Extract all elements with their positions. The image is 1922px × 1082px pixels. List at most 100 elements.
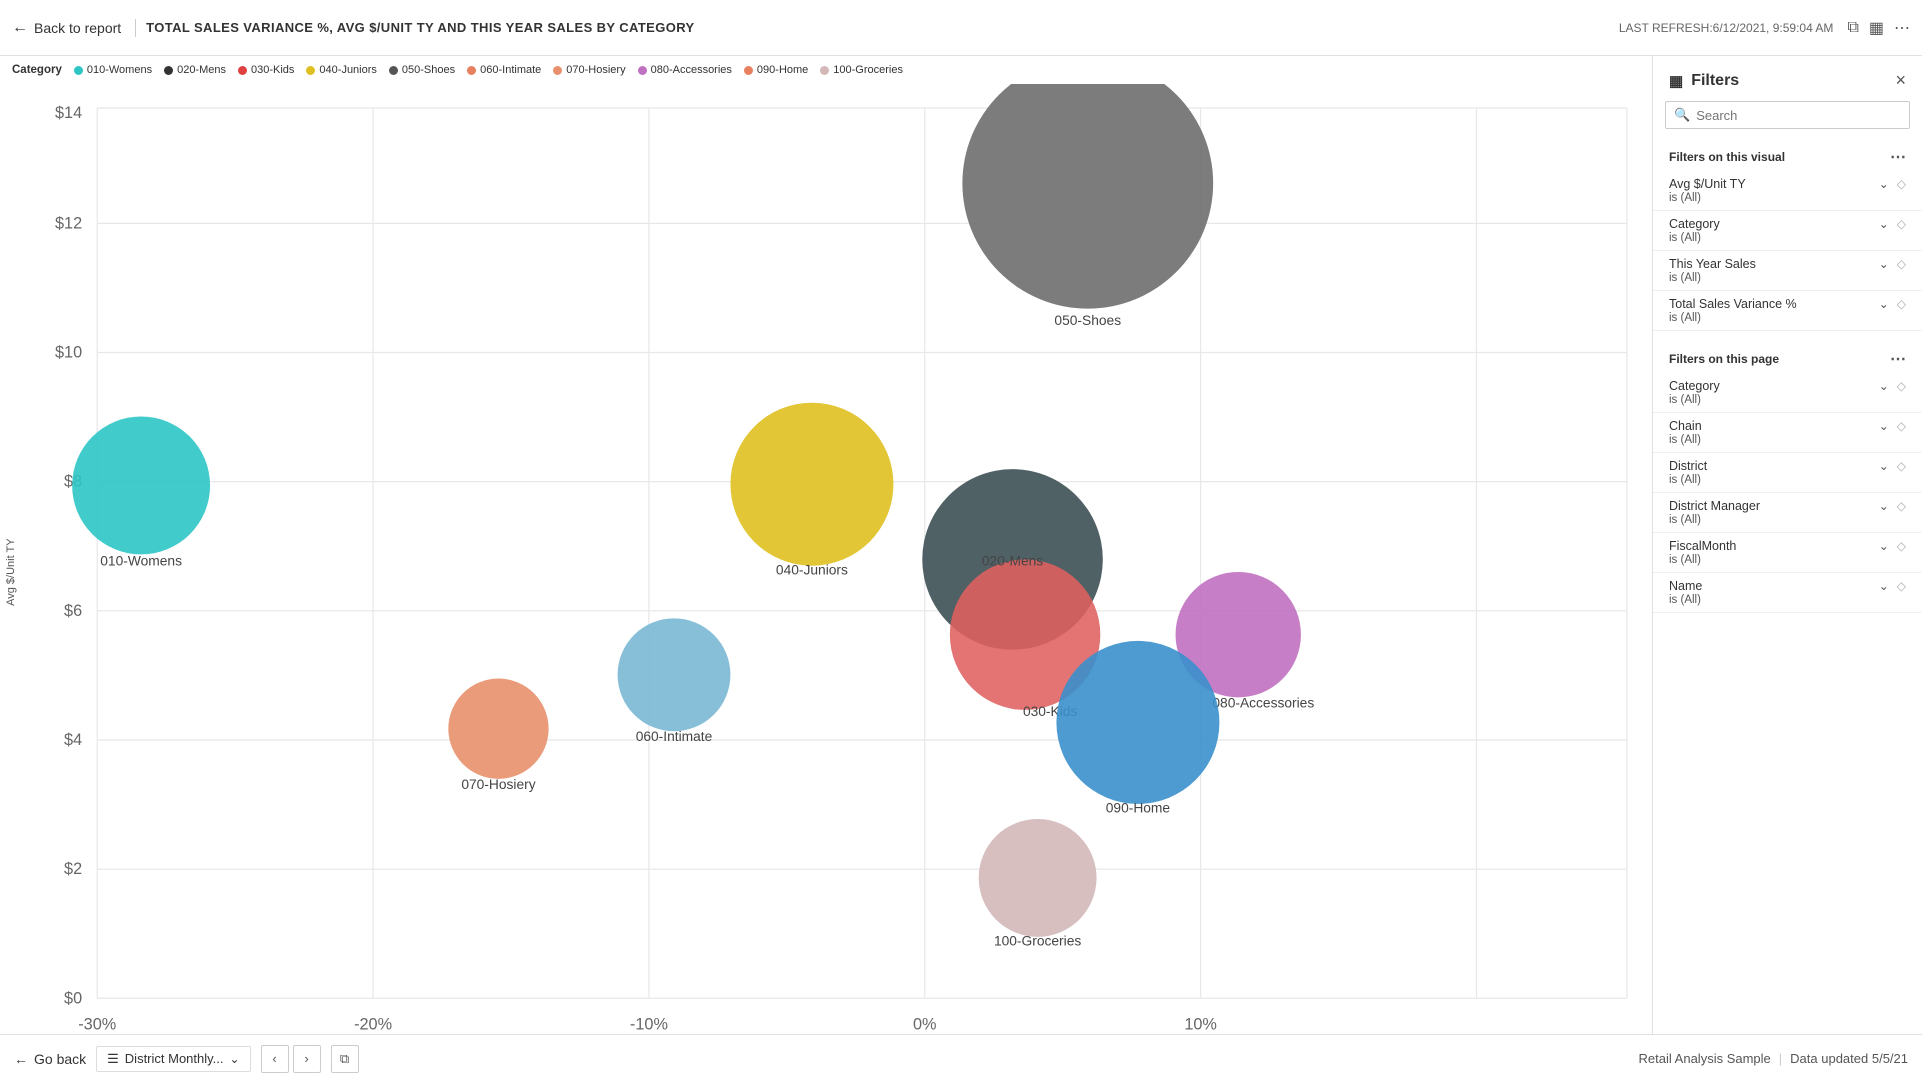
svg-text:$0: $0 <box>64 989 82 1007</box>
filters-close-icon[interactable]: × <box>1895 70 1906 91</box>
chart-svg-container[interactable]: .grid-line { stroke: #e8e8e8; stroke-wid… <box>22 84 1652 1034</box>
svg-text:070-Hosiery: 070-Hosiery <box>461 777 535 792</box>
more-icon[interactable]: ⋯ <box>1894 18 1910 38</box>
bubble-chart-svg: .grid-line { stroke: #e8e8e8; stroke-wid… <box>22 84 1652 1034</box>
filter-clear-icon[interactable]: ◇ <box>1897 579 1906 593</box>
y-axis-label: Avg $/Unit TY <box>0 84 22 1034</box>
go-back-button[interactable]: ← Go back <box>14 1051 86 1067</box>
svg-text:020-Mens: 020-Mens <box>982 554 1043 569</box>
svg-text:090-Home: 090-Home <box>1106 801 1171 816</box>
filter-clear-icon[interactable]: ◇ <box>1897 257 1906 271</box>
filter-chain[interactable]: Chain ⌄ ◇ is (All) <box>1653 413 1922 453</box>
filter-avg-unit-ty[interactable]: Avg $/Unit TY ⌄ ◇ is (All) <box>1653 171 1922 211</box>
filter-district[interactable]: District ⌄ ◇ is (All) <box>1653 453 1922 493</box>
filter-clear-icon[interactable]: ◇ <box>1897 499 1906 513</box>
legend-category-label: Category <box>12 64 62 76</box>
svg-text:-20%: -20% <box>354 1016 392 1034</box>
filter-chevron-icon: ⌄ <box>1879 379 1889 393</box>
filter-clear-icon[interactable]: ◇ <box>1897 459 1906 473</box>
legend-dot-juniors <box>306 66 315 75</box>
bubble-040-Juniors[interactable] <box>730 403 893 566</box>
legend-label-mens: 020-Mens <box>177 64 226 76</box>
filters-panel: ▦ Filters × 🔍 Filters on this visual ⋯ A… <box>1652 56 1922 1034</box>
expand-button[interactable]: ⧉ <box>331 1045 359 1073</box>
filter-category-visual[interactable]: Category ⌄ ◇ is (All) <box>1653 211 1922 251</box>
legend-label-groceries: 100-Groceries <box>833 64 903 76</box>
filter-funnel-icon: ▦ <box>1669 72 1683 90</box>
svg-text:$2: $2 <box>64 860 82 878</box>
back-button[interactable]: ← Back to report <box>12 19 136 37</box>
main-content: Category 010-Womens 020-Mens 030-Kids 04… <box>0 56 1922 1034</box>
filter-clear-icon[interactable]: ◇ <box>1897 297 1906 311</box>
legend-label-accessories: 080-Accessories <box>651 64 732 76</box>
filter-fiscal-month[interactable]: FiscalMonth ⌄ ◇ is (All) <box>1653 533 1922 573</box>
filters-title: ▦ Filters <box>1669 72 1739 90</box>
filters-search-box[interactable]: 🔍 <box>1665 101 1910 129</box>
bubble-050-Shoes[interactable] <box>962 84 1213 309</box>
legend: Category 010-Womens 020-Mens 030-Kids 04… <box>0 56 1652 84</box>
legend-dot-womens <box>74 66 83 75</box>
go-back-label: Go back <box>34 1051 86 1067</box>
filters-header: ▦ Filters × <box>1653 56 1922 101</box>
legend-label-shoes: 050-Shoes <box>402 64 455 76</box>
filter-category-page[interactable]: Category ⌄ ◇ is (All) <box>1653 373 1922 413</box>
legend-dot-kids <box>238 66 247 75</box>
filter-name[interactable]: Name ⌄ ◇ is (All) <box>1653 573 1922 613</box>
filters-on-visual-title: Filters on this visual ⋯ <box>1653 139 1922 171</box>
go-back-arrow-icon: ← <box>14 1051 28 1067</box>
nav-next-button[interactable]: › <box>293 1045 321 1073</box>
chart-wrapper: Avg $/Unit TY .grid-line { stroke: #e8e8… <box>0 84 1652 1034</box>
svg-text:040-Juniors: 040-Juniors <box>776 562 848 577</box>
filter-icon[interactable]: ▦ <box>1869 18 1884 38</box>
legend-item-shoes: 050-Shoes <box>389 64 455 76</box>
chart-title: TOTAL SALES VARIANCE %, AVG $/UNIT TY AN… <box>146 20 694 35</box>
filter-clear-icon[interactable]: ◇ <box>1897 217 1906 231</box>
filters-on-page-title: Filters on this page ⋯ <box>1653 341 1922 373</box>
legend-label-kids: 030-Kids <box>251 64 294 76</box>
filter-clear-icon[interactable]: ◇ <box>1897 177 1906 191</box>
chart-area: Category 010-Womens 020-Mens 030-Kids 04… <box>0 56 1652 1034</box>
bottom-bar-left: ← Go back ☰ District Monthly... ⌄ ‹ › ⧉ <box>14 1045 359 1073</box>
tab-district-monthly[interactable]: ☰ District Monthly... ⌄ <box>96 1046 250 1072</box>
legend-label-juniors: 040-Juniors <box>319 64 376 76</box>
svg-text:$10: $10 <box>55 344 82 362</box>
filters-on-visual-more[interactable]: ⋯ <box>1890 147 1906 167</box>
filter-chevron-icon: ⌄ <box>1879 499 1889 513</box>
filter-chevron-icon: ⌄ <box>1879 257 1889 271</box>
bottom-bar-right: Retail Analysis Sample | Data updated 5/… <box>1639 1051 1908 1066</box>
bubble-010-Womens[interactable] <box>72 416 210 554</box>
legend-dot-home <box>744 66 753 75</box>
filter-total-sales-variance[interactable]: Total Sales Variance % ⌄ ◇ is (All) <box>1653 291 1922 331</box>
copy-icon[interactable]: ⧉ <box>1847 19 1858 37</box>
top-bar: ← Back to report TOTAL SALES VARIANCE %,… <box>0 0 1922 56</box>
legend-item-groceries: 100-Groceries <box>820 64 903 76</box>
top-bar-right: LAST REFRESH:6/12/2021, 9:59:04 AM ⧉ ▦ ⋯ <box>1619 18 1910 38</box>
top-bar-icons: ⧉ ▦ ⋯ <box>1847 18 1910 38</box>
svg-text:060-Intimate: 060-Intimate <box>636 729 713 744</box>
last-refresh: LAST REFRESH:6/12/2021, 9:59:04 AM <box>1619 21 1834 35</box>
filters-on-page-more[interactable]: ⋯ <box>1890 349 1906 369</box>
legend-item-kids: 030-Kids <box>238 64 294 76</box>
bubble-100-Groceries[interactable] <box>979 819 1097 937</box>
legend-item-intimate: 060-Intimate <box>467 64 541 76</box>
search-input[interactable] <box>1696 108 1901 123</box>
data-updated: Data updated 5/5/21 <box>1790 1051 1908 1066</box>
nav-prev-button[interactable]: ‹ <box>261 1045 289 1073</box>
filter-clear-icon[interactable]: ◇ <box>1897 419 1906 433</box>
tab-lines-icon: ☰ <box>107 1051 119 1067</box>
filter-district-manager[interactable]: District Manager ⌄ ◇ is (All) <box>1653 493 1922 533</box>
filter-chevron-icon: ⌄ <box>1879 539 1889 553</box>
legend-item-hosiery: 070-Hosiery <box>553 64 625 76</box>
filter-clear-icon[interactable]: ◇ <box>1897 539 1906 553</box>
svg-text:$4: $4 <box>64 731 82 749</box>
filter-this-year-sales[interactable]: This Year Sales ⌄ ◇ is (All) <box>1653 251 1922 291</box>
bubble-090-Home[interactable] <box>1056 641 1219 804</box>
filter-clear-icon[interactable]: ◇ <box>1897 379 1906 393</box>
svg-text:$14: $14 <box>55 104 82 122</box>
bubble-070-Hosiery[interactable] <box>448 679 548 779</box>
filter-chevron-icon: ⌄ <box>1879 419 1889 433</box>
tab-chevron-icon: ⌄ <box>230 1052 240 1066</box>
legend-dot-shoes <box>389 66 398 75</box>
bubble-060-Intimate[interactable] <box>618 618 731 731</box>
filter-chevron-icon: ⌄ <box>1879 297 1889 311</box>
